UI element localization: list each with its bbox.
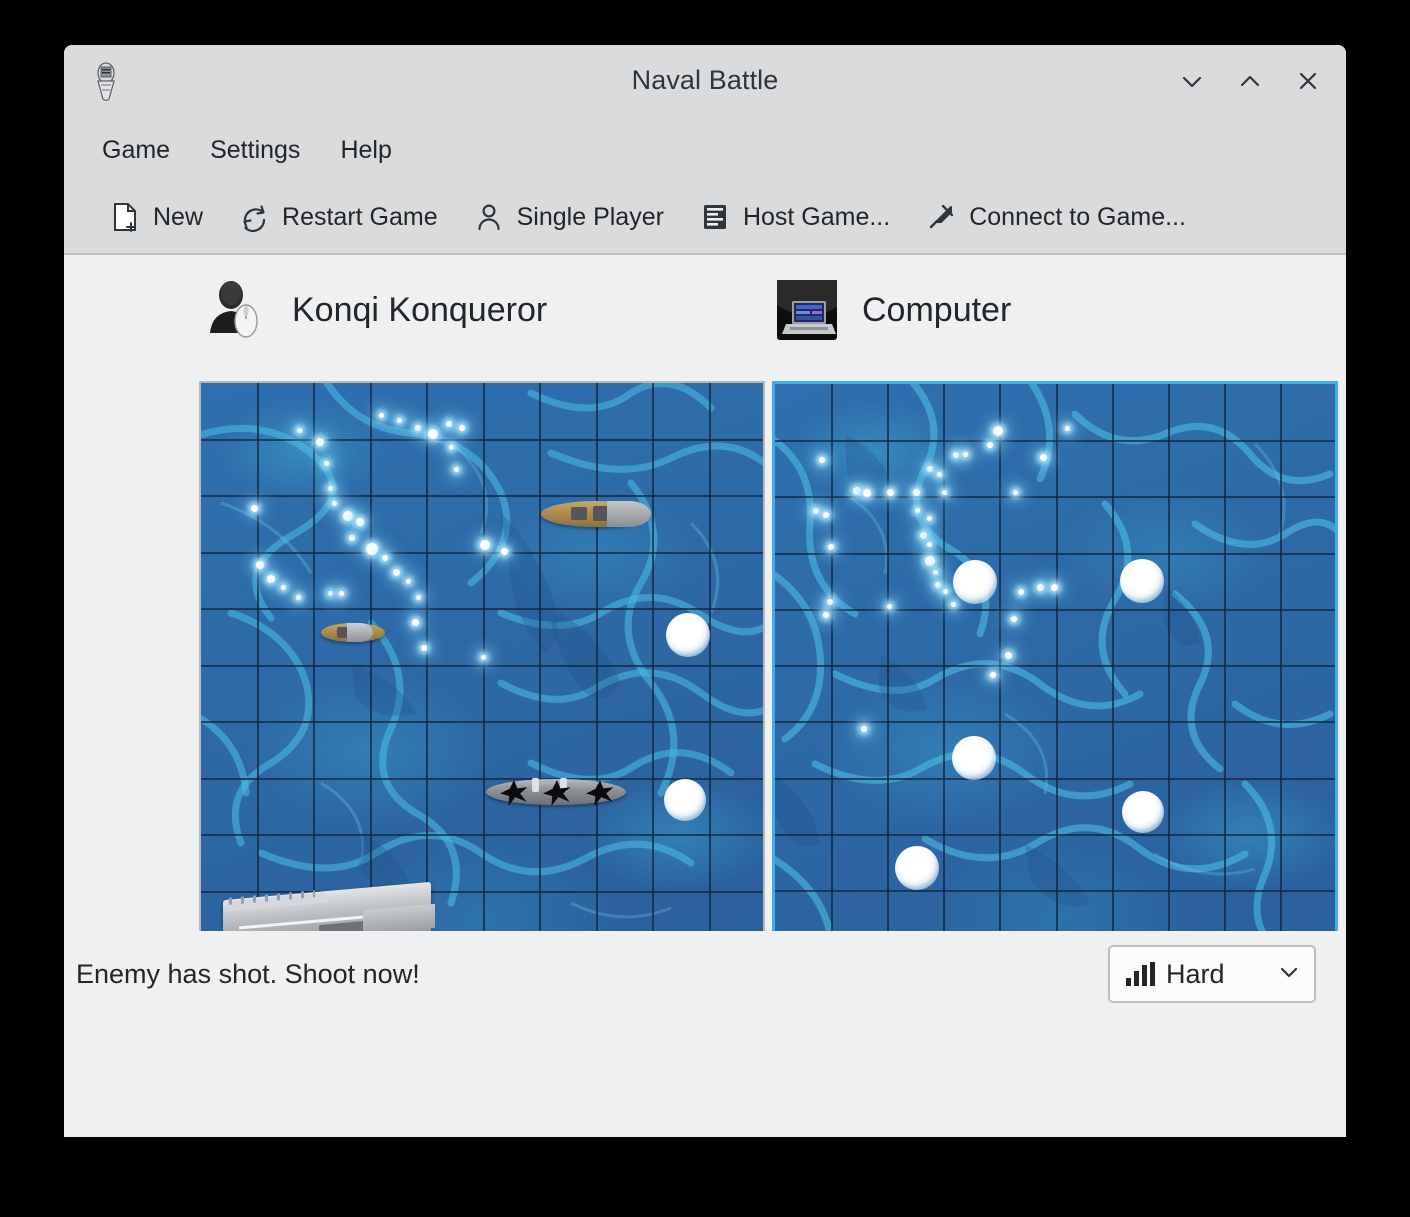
restart-game-button[interactable]: Restart Game <box>221 194 456 240</box>
miss-marker <box>1122 791 1164 833</box>
host-game-label: Host Game... <box>743 203 890 232</box>
naval-battle-window: Naval Battle Game Settings Help <box>64 45 1346 1137</box>
player-name-right: Computer <box>862 291 1011 330</box>
chevron-down-icon <box>1276 959 1302 990</box>
window-controls <box>1174 61 1326 101</box>
close-button[interactable] <box>1290 61 1326 101</box>
single-player-label: Single Player <box>517 203 664 232</box>
ship-destroyer <box>321 623 385 642</box>
player-header-right: Computer <box>774 277 1011 343</box>
host-game-button[interactable]: Host Game... <box>682 194 908 240</box>
maximize-button[interactable] <box>1232 61 1268 101</box>
grid-lines <box>775 384 1335 947</box>
menu-game[interactable]: Game <box>88 130 184 171</box>
status-message: Enemy has shot. Shoot now! <box>76 959 420 990</box>
miss-marker <box>1120 559 1164 603</box>
miss-marker <box>895 846 939 890</box>
person-icon <box>474 202 504 232</box>
enemy-board[interactable] <box>772 381 1338 950</box>
signal-strength-icon <box>1126 962 1155 986</box>
player-header-left: Konqi Konqueror <box>204 277 714 343</box>
statusbar: Enemy has shot. Shoot now! Hard <box>64 931 1346 1071</box>
local-player-icon <box>204 277 270 343</box>
grid-lines <box>201 383 763 948</box>
restart-game-label: Restart Game <box>282 203 438 232</box>
difficulty-value: Hard <box>1166 959 1276 990</box>
ship-battleship <box>541 501 651 527</box>
players-header-row: Konqi Konqueror <box>64 255 1346 343</box>
game-content: Konqi Konqueror <box>64 255 1346 1071</box>
menu-settings[interactable]: Settings <box>196 130 314 171</box>
ship-sunk-cruiser <box>486 779 626 805</box>
server-icon <box>700 202 730 232</box>
document-new-icon <box>110 202 140 232</box>
toolbar: New Restart Game Single P <box>64 181 1346 255</box>
computer-icon <box>774 277 840 343</box>
refresh-icon <box>239 202 269 232</box>
own-board[interactable] <box>199 381 765 950</box>
player-name-left: Konqi Konqueror <box>292 291 547 330</box>
miss-marker <box>953 560 997 604</box>
new-game-label: New <box>153 203 203 232</box>
new-game-button[interactable]: New <box>92 194 221 240</box>
single-player-button[interactable]: Single Player <box>456 194 682 240</box>
boards-row <box>64 381 1346 956</box>
menubar: Game Settings Help <box>64 119 1346 181</box>
connect-to-game-label: Connect to Game... <box>969 203 1186 232</box>
miss-marker <box>666 613 710 657</box>
miss-marker <box>952 736 996 780</box>
difficulty-select[interactable]: Hard <box>1108 945 1316 1003</box>
titlebar: Naval Battle <box>64 45 1346 119</box>
plug-connect-icon <box>926 202 956 232</box>
minimize-button[interactable] <box>1174 61 1210 101</box>
connect-to-game-button[interactable]: Connect to Game... <box>908 194 1204 240</box>
miss-marker <box>664 779 706 821</box>
menu-help[interactable]: Help <box>326 130 405 171</box>
window-title: Naval Battle <box>64 65 1346 96</box>
